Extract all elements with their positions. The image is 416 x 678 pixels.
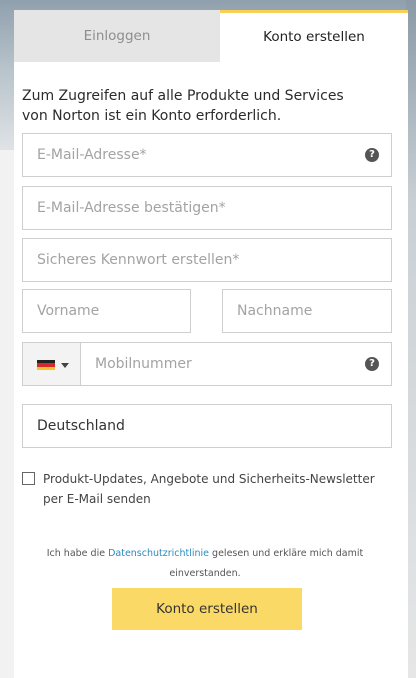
newsletter-label: Produkt-Updates, Angebote und Sicherheit… — [43, 472, 375, 506]
germany-flag-icon — [37, 360, 55, 370]
phone-placeholder: Mobilnummer — [95, 356, 192, 372]
email-field[interactable]: E-Mail-Adresse* ? — [22, 133, 392, 177]
email-confirm-field[interactable]: E-Mail-Adresse bestätigen* — [22, 186, 392, 230]
first-name-placeholder: Vorname — [37, 303, 100, 319]
privacy-policy-link[interactable]: Datenschutzrichtlinie — [108, 548, 209, 559]
phone-field[interactable]: Mobilnummer ? — [80, 342, 392, 386]
newsletter-checkbox[interactable] — [22, 472, 35, 485]
password-placeholder: Sicheres Kennwort erstellen* — [37, 252, 240, 268]
privacy-consent-text: Ich habe die Datenschutzrichtlinie geles… — [40, 544, 370, 584]
last-name-field[interactable]: Nachname — [222, 289, 392, 333]
email-confirm-placeholder: E-Mail-Adresse bestätigen* — [37, 200, 226, 216]
first-name-field[interactable]: Vorname — [22, 289, 191, 333]
tab-create-account[interactable]: Konto erstellen — [220, 10, 408, 62]
password-field[interactable]: Sicheres Kennwort erstellen* — [22, 238, 392, 282]
consent-prefix: Ich habe die — [46, 548, 109, 559]
last-name-placeholder: Nachname — [237, 303, 313, 319]
caret-down-icon — [61, 363, 69, 368]
email-placeholder: E-Mail-Adresse* — [37, 147, 147, 163]
country-value: Deutschland — [37, 418, 125, 434]
help-icon[interactable]: ? — [365, 148, 379, 162]
country-select[interactable]: Deutschland — [22, 404, 392, 448]
help-icon[interactable]: ? — [365, 357, 379, 371]
tab-login[interactable]: Einloggen — [14, 10, 220, 62]
create-account-button[interactable]: Konto erstellen — [112, 588, 302, 630]
tab-bar: Einloggen Konto erstellen — [14, 10, 408, 62]
country-code-dropdown[interactable] — [22, 342, 81, 386]
intro-text: Zum Zugreifen auf alle Produkte und Serv… — [22, 88, 344, 124]
